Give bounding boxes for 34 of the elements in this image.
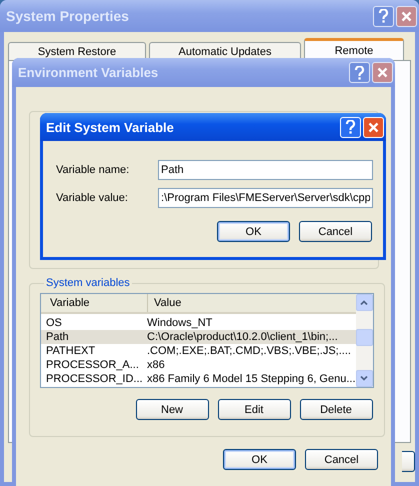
tab[interactable]: Remote [304, 38, 404, 60]
tab[interactable]: System Restore [8, 42, 146, 60]
table-cell-text: PATHEXT [45, 345, 96, 357]
list-row[interactable]: Path C:\Oracle\product\10.2.0\client_1\bin;... [41, 330, 356, 344]
button[interactable]: New [136, 399, 209, 420]
button[interactable]: Delete [300, 399, 373, 420]
table-cell-text: .COM;.EXE;.BAT;.CMD;.VBS;.VBE;.JS;.... [147, 345, 352, 357]
table-cell-text: C:\Oracle\product\10.2.0\client_1\bin;... [147, 331, 339, 343]
table-cell-text: OS [45, 317, 63, 329]
list-row[interactable]: PROCESSOR_ID... x86 Family 6 Model 15 Stepping 6, Genu... [41, 372, 356, 386]
input-field[interactable]: :\Program Files\FMEServer\Server\sdk\cpp [158, 188, 373, 208]
button[interactable]: Cancel [299, 221, 372, 242]
list-row[interactable]: OS Windows_NT [41, 316, 356, 330]
input-field[interactable]: Path [158, 160, 373, 180]
table-cell: x86 Family 6 Model 15 Stepping 6, Genu... [147, 373, 356, 385]
variables-list[interactable]: Variable Value OS Windows_NT Path C:\Oracle\product\10.2.0\client_1\bin;... PATHEXT .COM;.EXE;.BAT;.CMD;.VBS;.VBE;.JS;.... PROCESSOR_A... x86 PROCESSOR_ID... x86 Family 6 Model 15 Stepping 6, Genu... [40, 293, 374, 388]
field-label: Variable name: [56, 164, 130, 176]
list-row[interactable]: PROCESSOR_A... x86 [41, 358, 356, 372]
table-cell-text: Windows_NT [147, 317, 214, 329]
field-label: Variable value: [56, 192, 129, 204]
table-cell-text: x86 [147, 359, 166, 371]
column-header[interactable]: Variable [41, 294, 147, 312]
window-title: Edit System Variable [46, 120, 175, 134]
button[interactable]: Edit [218, 399, 291, 420]
button[interactable]: OK [223, 449, 296, 470]
window-title: Environment Variables [18, 65, 160, 80]
table-cell-text: Path [45, 331, 70, 343]
window-title: System Properties [6, 8, 130, 24]
button[interactable]: OK [217, 221, 290, 242]
button[interactable]: Cancel [305, 449, 378, 470]
list-row[interactable]: PATHEXT .COM;.EXE;.BAT;.CMD;.VBS;.VBE;.JS;.... [41, 344, 356, 358]
table-cell-text: PROCESSOR_A... [45, 359, 140, 371]
table-cell-text: PROCESSOR_ID... [45, 373, 144, 385]
group-label: System variables [45, 277, 131, 289]
